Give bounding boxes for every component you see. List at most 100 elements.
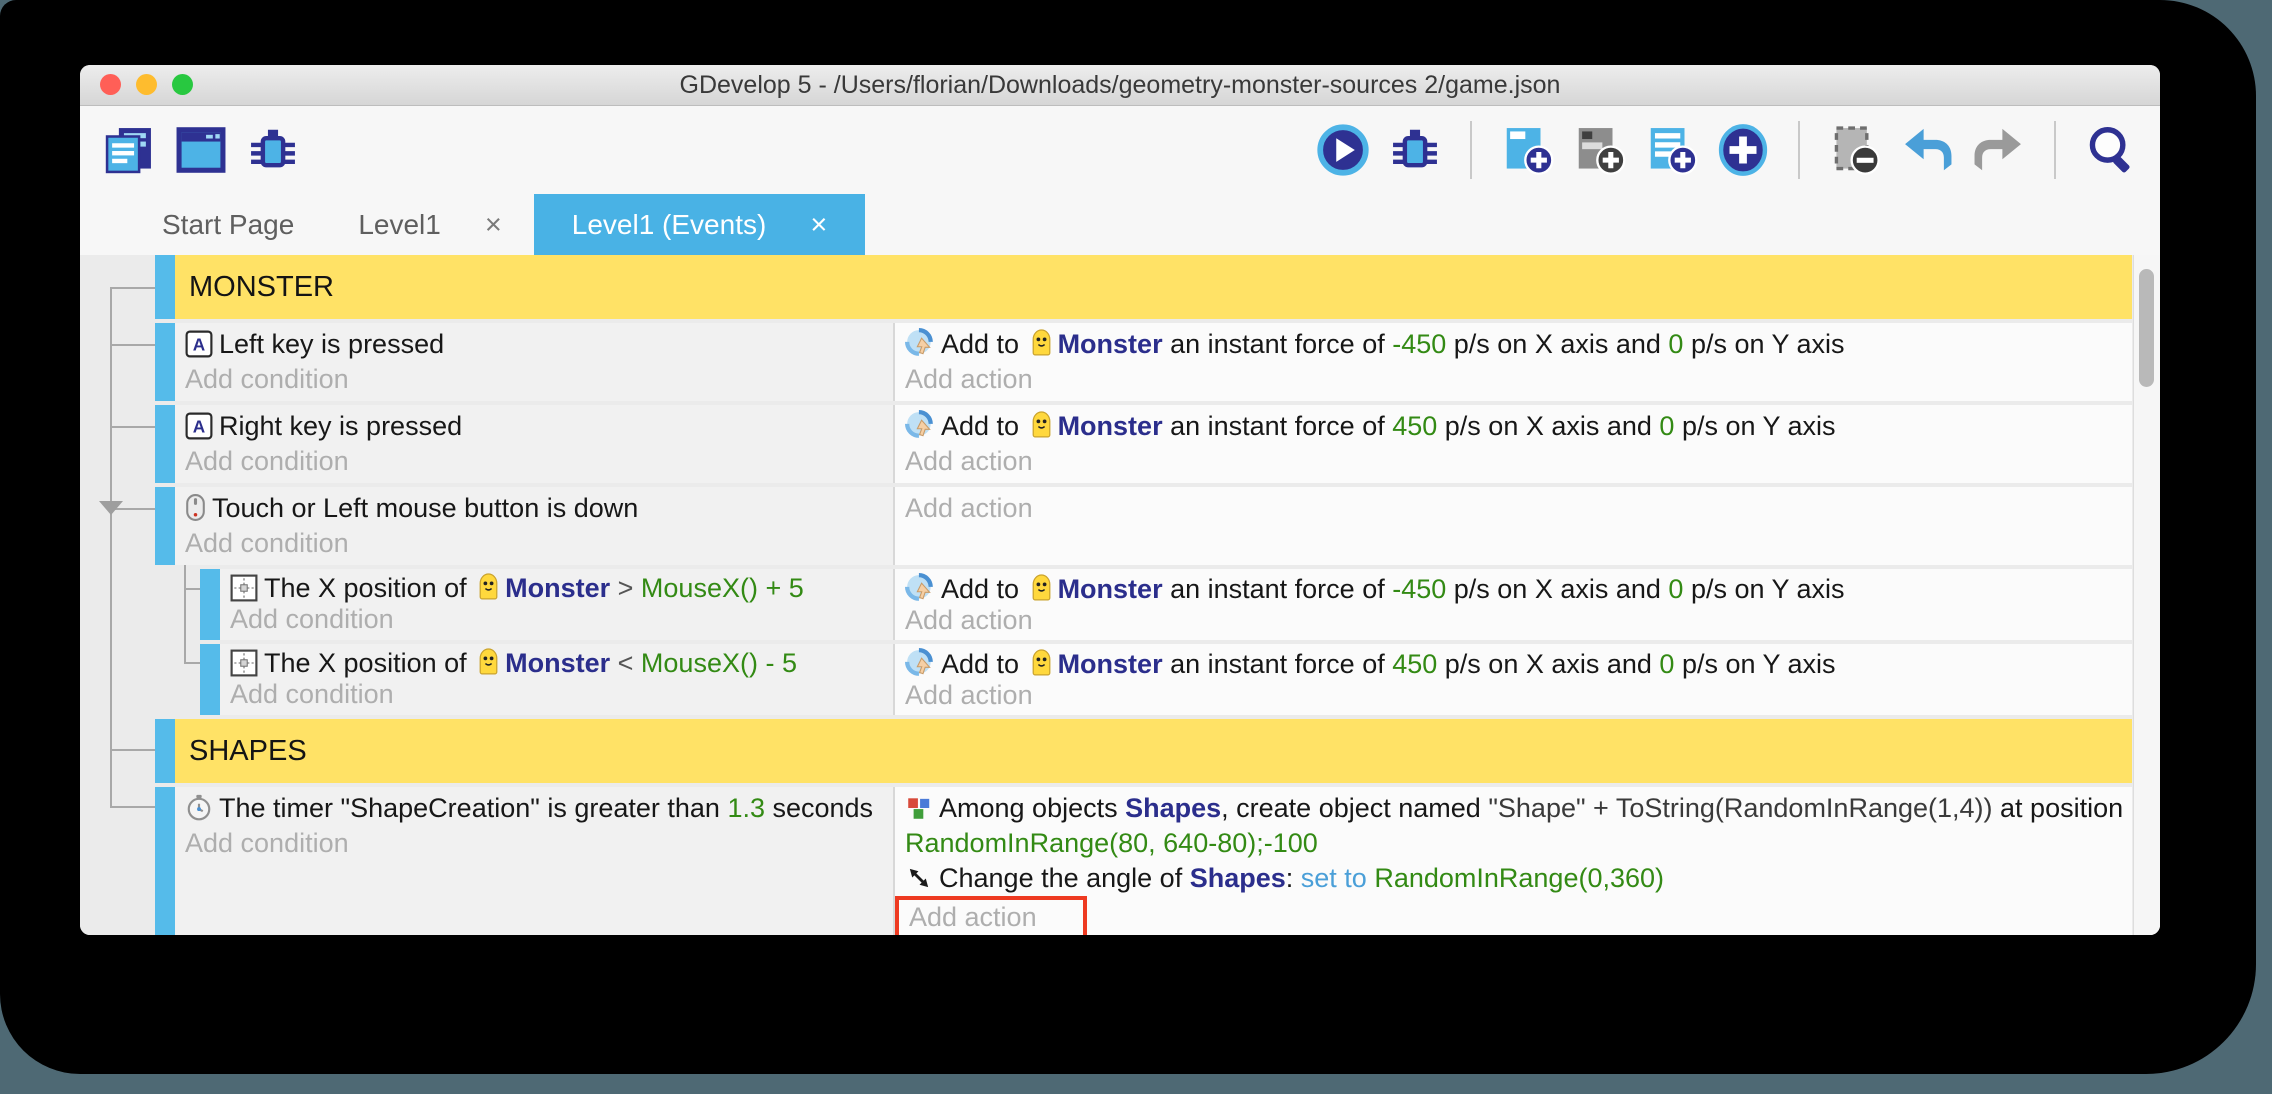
- text-segment: p/s on Y axis: [1683, 574, 1844, 604]
- tree-connector: [110, 287, 155, 289]
- window-titlebar[interactable]: GDevelop 5 - /Users/florian/Downloads/ge…: [80, 65, 2160, 106]
- tab-start-page[interactable]: Start Page: [130, 194, 326, 256]
- undo-icon[interactable]: [1900, 123, 1954, 177]
- instruction-line[interactable]: Add to Monster an instant force of 450 p…: [905, 409, 2124, 444]
- event-selection-bar[interactable]: [155, 323, 175, 401]
- add-circle-icon[interactable]: [1716, 123, 1770, 177]
- close-window-button[interactable]: [100, 74, 121, 95]
- add-action-link[interactable]: Add action: [905, 493, 1033, 523]
- play-icon[interactable]: [1316, 123, 1370, 177]
- add-condition-link[interactable]: Add condition: [185, 528, 349, 558]
- text-segment: an instant force of: [1163, 649, 1393, 679]
- text-segment: MouseX() + 5: [641, 573, 804, 603]
- event-selection-bar[interactable]: [155, 787, 175, 935]
- add-event-icon[interactable]: [1500, 123, 1554, 177]
- editor-tabs: Start Page Level1 × Level1 (Events) ×: [80, 194, 2160, 256]
- conditions-cell: ARight key is pressedAdd condition: [175, 405, 895, 483]
- text-segment: 450: [1392, 411, 1437, 441]
- add-subevent-icon[interactable]: [1572, 123, 1626, 177]
- instruction-line[interactable]: Add to Monster an instant force of 450 p…: [905, 648, 2124, 680]
- add-action-link[interactable]: Add action: [895, 896, 1087, 935]
- main-toolbar: [80, 106, 2160, 194]
- text-segment: Add to: [941, 649, 1027, 679]
- text-segment: an instant force of: [1163, 329, 1393, 359]
- tab-level1[interactable]: Level1 ×: [326, 194, 533, 256]
- instruction-line[interactable]: The timer "ShapeCreation" is greater tha…: [185, 791, 885, 826]
- actions-cell: Add action: [895, 487, 2132, 565]
- add-condition-link[interactable]: Add condition: [230, 604, 394, 634]
- add-comment-icon[interactable]: [1644, 123, 1698, 177]
- tree-connector: [184, 588, 200, 590]
- instruction-line[interactable]: Add to Monster an instant force of -450 …: [905, 573, 2124, 605]
- add-action-link[interactable]: Add action: [905, 680, 1033, 710]
- text-segment: 0: [1668, 574, 1683, 604]
- tab-level1-events[interactable]: Level1 (Events) ×: [534, 194, 865, 256]
- zoom-window-button[interactable]: [172, 74, 193, 95]
- conditions-cell: Touch or Left mouse button is downAdd co…: [175, 487, 895, 565]
- add-condition-link[interactable]: Add condition: [185, 828, 349, 858]
- keyboard-icon: A: [185, 412, 213, 440]
- conditions-cell: The timer "ShapeCreation" is greater tha…: [175, 787, 895, 935]
- event-selection-bar[interactable]: [200, 644, 220, 715]
- actions-cell: Add to Monster an instant force of 450 p…: [895, 405, 2132, 483]
- group-title[interactable]: SHAPES: [175, 719, 2132, 783]
- close-icon[interactable]: ×: [810, 209, 827, 242]
- event-selection-bar[interactable]: [200, 569, 220, 640]
- tree-connector: [110, 287, 112, 806]
- event-selection-bar[interactable]: [155, 719, 175, 783]
- monster-icon: [1030, 574, 1053, 603]
- text-segment: MouseX() - 5: [641, 648, 797, 678]
- add-condition-link[interactable]: Add condition: [185, 364, 349, 394]
- group-title[interactable]: MONSTER: [175, 255, 2132, 319]
- instruction-line[interactable]: ARight key is pressed: [185, 409, 885, 444]
- instruction-line[interactable]: Change the angle of Shapes: set to Rando…: [905, 861, 2124, 896]
- text-segment: seconds: [765, 793, 873, 823]
- text-segment: Change the angle of: [939, 863, 1190, 893]
- add-action-link[interactable]: Add action: [905, 446, 1033, 476]
- instruction-line[interactable]: ALeft key is pressed: [185, 327, 885, 362]
- add-condition-link[interactable]: Add condition: [185, 446, 349, 476]
- monster-icon: [1030, 649, 1053, 678]
- text-segment: The X position of: [264, 648, 474, 678]
- redo-icon[interactable]: [1972, 123, 2026, 177]
- text-segment: p/s on X axis and: [1437, 411, 1659, 441]
- event-selection-bar[interactable]: [155, 487, 175, 565]
- text-segment: Add to: [941, 411, 1027, 441]
- scrollbar-thumb[interactable]: [2139, 269, 2154, 387]
- event-group-row: MONSTER: [155, 255, 2132, 319]
- text-segment: p/s on X axis and: [1446, 329, 1668, 359]
- instruction-line[interactable]: Touch or Left mouse button is down: [185, 491, 885, 526]
- tree-connector: [184, 662, 200, 664]
- events-scrollbar[interactable]: [2133, 255, 2160, 935]
- delete-event-icon[interactable]: [1828, 123, 1882, 177]
- text-segment: :: [1286, 863, 1301, 893]
- text-segment: >: [610, 573, 641, 603]
- event-row: The timer "ShapeCreation" is greater tha…: [155, 787, 2132, 935]
- text-segment: Among objects: [939, 793, 1125, 823]
- collapse-toggle-icon[interactable]: [99, 501, 123, 515]
- close-icon[interactable]: ×: [485, 209, 502, 242]
- instruction-line[interactable]: The X position of Monster < MouseX() - 5: [230, 648, 885, 679]
- text-segment: at position: [1993, 793, 2124, 823]
- text-segment: Shapes: [1125, 793, 1221, 823]
- text-segment: Monster: [505, 573, 610, 603]
- instruction-line[interactable]: Add to Monster an instant force of -450 …: [905, 327, 2124, 362]
- gdevelop-window: GDevelop 5 - /Users/florian/Downloads/ge…: [80, 65, 2160, 935]
- add-condition-link[interactable]: Add condition: [230, 679, 394, 709]
- tree-connector: [110, 806, 155, 808]
- instruction-line[interactable]: The X position of Monster > MouseX() + 5: [230, 573, 885, 604]
- instruction-line[interactable]: Among objects Shapes, create object name…: [905, 791, 2124, 861]
- event-selection-bar[interactable]: [155, 405, 175, 483]
- project-manager-icon[interactable]: [102, 123, 156, 177]
- force-icon: [905, 410, 935, 440]
- event-selection-bar[interactable]: [155, 255, 175, 319]
- scene-editor-icon[interactable]: [174, 123, 228, 177]
- search-icon[interactable]: [2084, 123, 2138, 177]
- text-segment: 0: [1659, 411, 1674, 441]
- minimize-window-button[interactable]: [136, 74, 157, 95]
- debugger-icon[interactable]: [1388, 123, 1442, 177]
- add-action-link[interactable]: Add action: [905, 364, 1033, 394]
- monster-icon: [477, 573, 500, 602]
- debugger-icon[interactable]: [246, 123, 300, 177]
- add-action-link[interactable]: Add action: [905, 605, 1033, 635]
